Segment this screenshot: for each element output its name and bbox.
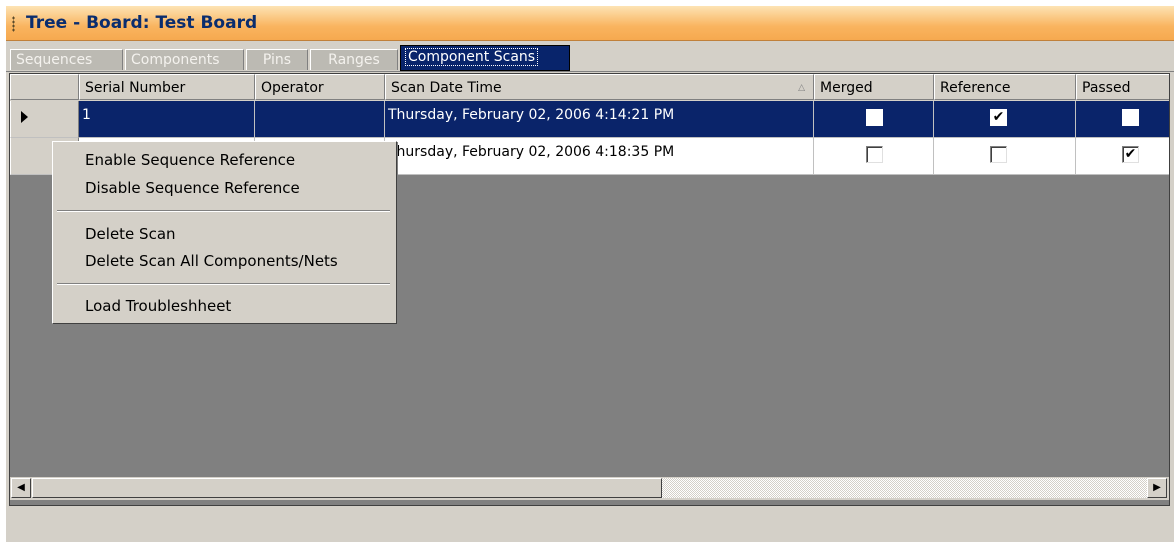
merged-checkbox[interactable] [866, 146, 883, 163]
title-bar: Tree - Board: Test Board [6, 6, 1174, 41]
menu-separator [57, 283, 390, 285]
arrow-left-icon[interactable]: ◀ [11, 478, 31, 498]
menu-load-troubleshheet[interactable]: Load Troubleshheet [85, 295, 231, 317]
col-passed[interactable]: Passed [1076, 74, 1169, 100]
cell-merged [814, 101, 934, 138]
cell-reference: ✔ [934, 101, 1076, 138]
menu-disable-sequence-reference[interactable]: Disable Sequence Reference [85, 177, 300, 199]
cell-serial[interactable]: 1 [79, 101, 255, 138]
context-menu: Enable Sequence Reference Disable Sequen… [52, 141, 397, 324]
tab-pins[interactable]: Pins [246, 49, 308, 70]
merged-checkbox[interactable] [866, 109, 883, 126]
col-scan-date-time-label: Scan Date Time [391, 80, 502, 96]
cell-scan-date[interactable]: Thursday, February 02, 2006 4:14:21 PM [385, 101, 814, 138]
cell-scan-date[interactable]: Thursday, February 02, 2006 4:18:35 PM [385, 138, 814, 175]
row-header-corner [10, 74, 79, 100]
menu-delete-scan[interactable]: Delete Scan [85, 223, 176, 245]
reference-checkbox[interactable] [990, 146, 1007, 163]
tab-ranges[interactable]: Ranges [310, 49, 398, 70]
window-title: Tree - Board: Test Board [26, 13, 258, 33]
passed-checkbox[interactable] [1122, 109, 1139, 126]
arrow-right-icon[interactable]: ▶ [1147, 478, 1167, 498]
row-header[interactable] [10, 101, 79, 138]
col-reference[interactable]: Reference [934, 74, 1076, 100]
cell-passed [1076, 101, 1169, 138]
cell-reference [934, 138, 1076, 175]
menu-enable-sequence-reference[interactable]: Enable Sequence Reference [85, 149, 295, 171]
tab-component-scans[interactable]: Component Scans [400, 45, 570, 71]
scrollbar-track[interactable] [662, 478, 1147, 498]
col-serial-number[interactable]: Serial Number [79, 74, 255, 100]
col-merged[interactable]: Merged [814, 74, 934, 100]
passed-checkbox[interactable]: ✔ [1122, 146, 1139, 163]
tab-component-scans-label: Component Scans [404, 48, 539, 66]
reference-checkbox[interactable]: ✔ [990, 109, 1007, 126]
cell-operator[interactable] [255, 101, 385, 138]
menu-separator [57, 210, 390, 212]
drag-grip-icon[interactable] [12, 16, 15, 32]
status-bar [9, 511, 1170, 539]
cell-passed: ✔ [1076, 138, 1169, 175]
tab-strip: Sequences Components Pins Ranges Compone… [6, 41, 1174, 72]
table-row[interactable]: 1 Thursday, February 02, 2006 4:14:21 PM… [10, 101, 1169, 138]
col-operator[interactable]: Operator [255, 74, 385, 100]
tab-sequences[interactable]: Sequences [10, 49, 123, 70]
row-pointer-icon [21, 111, 28, 123]
tab-components[interactable]: Components [125, 49, 244, 70]
scrollbar-thumb[interactable] [32, 478, 662, 498]
menu-delete-scan-all[interactable]: Delete Scan All Components/Nets [85, 250, 338, 272]
col-scan-date-time[interactable]: Scan Date Time △ [385, 74, 814, 100]
grid-header: Serial Number Operator Scan Date Time △ … [10, 74, 1169, 101]
sort-ascending-icon: △ [798, 83, 805, 93]
horizontal-scrollbar[interactable]: ◀ ▶ [10, 476, 1169, 500]
cell-merged [814, 138, 934, 175]
